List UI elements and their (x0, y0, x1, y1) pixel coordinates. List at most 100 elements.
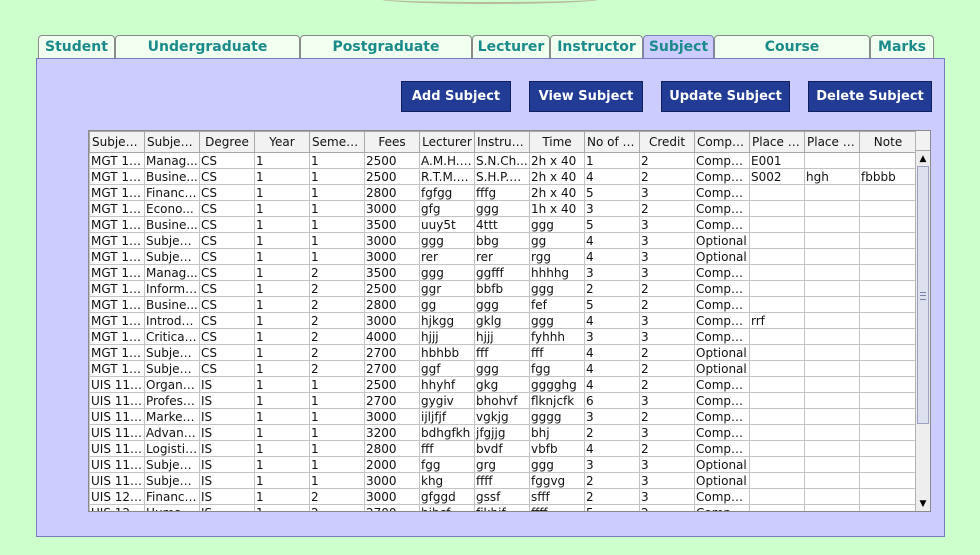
table-row[interactable]: UIS 1202Human...IS122700hjhcffjkhjfffff5… (89, 504, 917, 511)
table-cell[interactable]: CS (199, 248, 255, 265)
table-cell[interactable]: Manag... (144, 264, 200, 281)
table-cell[interactable]: E001 (749, 152, 805, 169)
table-cell[interactable] (749, 264, 805, 281)
table-row[interactable]: MGT 11... Econo... CS 1 1 3000 gfg ggg 1h x 40 3 2… (89, 200, 917, 217)
update-subject-button[interactable]: Update Subject (661, 81, 790, 112)
column-header[interactable]: Note (859, 131, 917, 153)
table-cell[interactable]: IS (199, 504, 255, 511)
table-cell[interactable]: 3 (639, 456, 695, 473)
table-cell[interactable]: Informa... (144, 280, 200, 297)
table-cell[interactable]: gygiv (419, 392, 475, 409)
table-cell[interactable]: 3 (639, 312, 695, 329)
table-cell[interactable] (804, 216, 860, 233)
table-cell[interactable]: 2 (639, 360, 695, 377)
table-cell[interactable]: IS (199, 424, 255, 441)
table-cell[interactable]: gg (419, 296, 475, 313)
table-cell[interactable]: 3500 (364, 216, 420, 233)
table-cell[interactable]: CS (199, 200, 255, 217)
table-cell[interactable]: 1 (309, 200, 365, 217)
table-cell[interactable]: 2 (309, 360, 365, 377)
column-header[interactable]: Credit (639, 131, 695, 153)
table-cell[interactable]: 1 (254, 168, 310, 185)
table-cell[interactable] (749, 296, 805, 313)
table-cell[interactable]: MGT 11... (89, 168, 145, 185)
table-cell[interactable]: 1 (254, 424, 310, 441)
table-cell[interactable]: 2700 (364, 392, 420, 409)
table-row[interactable]: MGT 12... Subject 3 CS 1 2 2700 hbhbb fff fff 4 2 O… (89, 344, 917, 361)
column-header[interactable]: Place P... (804, 131, 860, 153)
table-cell[interactable]: Busine... (144, 168, 200, 185)
table-cell[interactable]: 3 (639, 424, 695, 441)
vertical-scrollbar[interactable]: ▲ ▼ (915, 131, 930, 511)
view-subject-button[interactable]: View Subject (529, 81, 643, 112)
table-cell[interactable] (749, 440, 805, 457)
table-cell[interactable]: 2 (584, 488, 640, 505)
table-cell[interactable]: gggghg (529, 376, 585, 393)
table-cell[interactable]: ggg (529, 456, 585, 473)
column-header[interactable]: Lecturer (419, 131, 475, 153)
table-cell[interactable]: bbg (474, 232, 530, 249)
table-cell[interactable]: fff (529, 344, 585, 361)
table-cell[interactable]: 2800 (364, 296, 420, 313)
delete-subject-button[interactable]: Delete Subject (808, 81, 932, 112)
table-cell[interactable] (804, 504, 860, 511)
table-cell[interactable]: 1 (254, 248, 310, 265)
table-cell[interactable] (859, 472, 917, 489)
table-cell[interactable] (749, 216, 805, 233)
table-cell[interactable]: 2 (584, 280, 640, 297)
table-cell[interactable] (804, 232, 860, 249)
table-cell[interactable]: 2 (584, 472, 640, 489)
table-cell[interactable]: S.N.Ch... (474, 152, 530, 169)
table-cell[interactable]: rrf (749, 312, 805, 329)
table-cell[interactable]: Manag... (144, 152, 200, 169)
table-cell[interactable]: ggf (419, 360, 475, 377)
table-cell[interactable]: IS (199, 376, 255, 393)
table-cell[interactable]: Busine... (144, 296, 200, 313)
table-row[interactable]: MGT 11... Busine... CS 1 1 2500 R.T.M.K.... S.H… (89, 168, 917, 185)
table-cell[interactable]: 1 (309, 216, 365, 233)
table-cell[interactable]: MGT 11... (89, 248, 145, 265)
table-cell[interactable] (749, 488, 805, 505)
table-cell[interactable]: 2500 (364, 376, 420, 393)
table-cell[interactable]: 3 (639, 328, 695, 345)
table-cell[interactable]: Compu... (694, 424, 750, 441)
table-cell[interactable]: fgg (529, 360, 585, 377)
table-cell[interactable] (859, 264, 917, 281)
tab-student[interactable]: Student (38, 35, 115, 58)
table-cell[interactable]: IS (199, 456, 255, 473)
table-cell[interactable]: S002 (749, 168, 805, 185)
table-cell[interactable]: jfgjjg (474, 424, 530, 441)
column-header[interactable]: Subject ... (144, 131, 200, 153)
table-cell[interactable]: 1 (254, 184, 310, 201)
table-cell[interactable] (804, 440, 860, 457)
table-cell[interactable]: MGT 12... (89, 264, 145, 281)
table-row[interactable]: UIS 1103 Marketi... IS 1 1 3000 ijljfjf vgkjg gg… (89, 408, 917, 425)
table-cell[interactable]: MGT 12... (89, 296, 145, 313)
table-cell[interactable]: MGT 11... (89, 152, 145, 169)
table-cell[interactable]: 1 (254, 488, 310, 505)
table-row[interactable]: MGT 12... Introdu... CS 1 2 3000 hjkgg gklg ggg 4… (89, 312, 917, 329)
table-cell[interactable]: gkg (474, 376, 530, 393)
table-cell[interactable]: 3 (639, 216, 695, 233)
table-cell[interactable] (749, 344, 805, 361)
table-cell[interactable]: CS (199, 184, 255, 201)
table-cell[interactable] (859, 504, 917, 511)
table-cell[interactable]: ggfff (474, 264, 530, 281)
table-cell[interactable] (749, 472, 805, 489)
table-cell[interactable] (804, 488, 860, 505)
table-cell[interactable]: 4 (584, 248, 640, 265)
table-cell[interactable]: ggg (419, 232, 475, 249)
table-cell[interactable]: 1 (254, 360, 310, 377)
table-cell[interactable]: 2800 (364, 184, 420, 201)
table-cell[interactable]: 1 (309, 376, 365, 393)
table-cell[interactable] (804, 424, 860, 441)
table-cell[interactable]: CS (199, 328, 255, 345)
table-cell[interactable]: 2h x 40 (529, 168, 585, 185)
table-cell[interactable]: sfff (529, 488, 585, 505)
table-cell[interactable] (804, 472, 860, 489)
table-cell[interactable] (749, 456, 805, 473)
table-cell[interactable]: UIS 1106 (89, 456, 145, 473)
table-cell[interactable]: 1 (254, 296, 310, 313)
table-cell[interactable]: 1 (309, 168, 365, 185)
table-row[interactable]: UIS 1105 Logistic... IS 1 1 2800 fff bvdf vbfb 4 2… (89, 440, 917, 457)
